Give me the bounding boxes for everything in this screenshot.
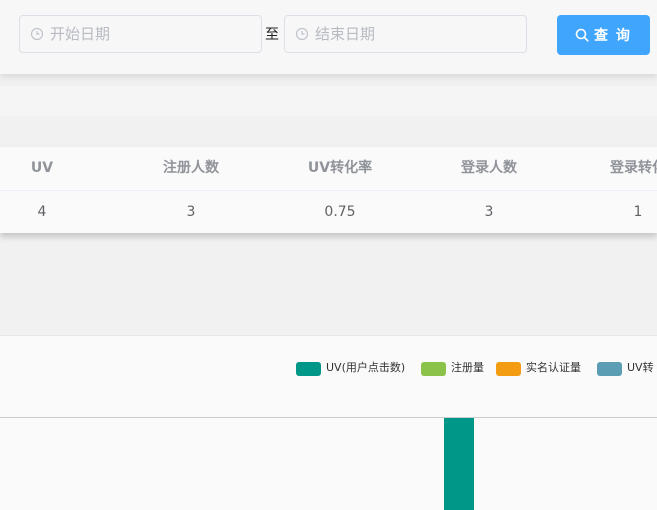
table-header-row: UV 注册人数 UV转化率 登录人数 登录转化 — [0, 147, 657, 191]
start-date-input[interactable] — [50, 16, 250, 52]
column-header-logins: 登录人数 — [461, 160, 517, 176]
search-icon — [575, 28, 589, 42]
table-row: 4 3 0.75 3 1 — [0, 191, 657, 233]
legend-swatch — [421, 362, 446, 376]
cell-login-conversion: 1 — [633, 204, 643, 220]
cell-registrations: 3 — [186, 204, 196, 220]
clock-icon — [30, 27, 44, 41]
start-date-picker[interactable] — [19, 15, 262, 53]
column-header-login-conversion: 登录转化 — [610, 160, 657, 176]
query-button-label: 查 询 — [594, 27, 632, 43]
column-header-registrations: 注册人数 — [163, 160, 219, 176]
legend-swatch — [496, 362, 521, 376]
legend-label: UV(用户点击数) — [326, 361, 406, 374]
cell-uv: 4 — [37, 204, 47, 220]
cell-logins: 3 — [484, 204, 494, 220]
legend-swatch — [597, 362, 622, 376]
column-header-uv: UV — [30, 160, 54, 176]
end-date-picker[interactable] — [284, 15, 527, 53]
bar-uv[interactable] — [444, 418, 474, 510]
chart-panel: UV(用户点击数) 注册量 实名认证量 UV转 — [0, 335, 657, 510]
stats-table: UV 注册人数 UV转化率 登录人数 登录转化 4 3 0.75 3 1 — [0, 147, 657, 233]
cell-uv-conversion: 0.75 — [324, 204, 356, 220]
legend-label: 实名认证量 — [526, 361, 581, 374]
query-button[interactable]: 查 询 — [557, 15, 650, 55]
range-separator: 至 — [265, 27, 279, 43]
legend-swatch — [296, 362, 321, 376]
legend-label: 注册量 — [451, 361, 484, 374]
clock-icon — [295, 27, 309, 41]
column-header-uv-conversion: UV转化率 — [307, 160, 373, 176]
legend-label: UV转 — [627, 361, 654, 374]
filter-panel: 至 查 询 — [0, 0, 657, 74]
end-date-input[interactable] — [315, 16, 515, 52]
empty-band — [0, 86, 657, 116]
bar-chart — [0, 417, 657, 510]
